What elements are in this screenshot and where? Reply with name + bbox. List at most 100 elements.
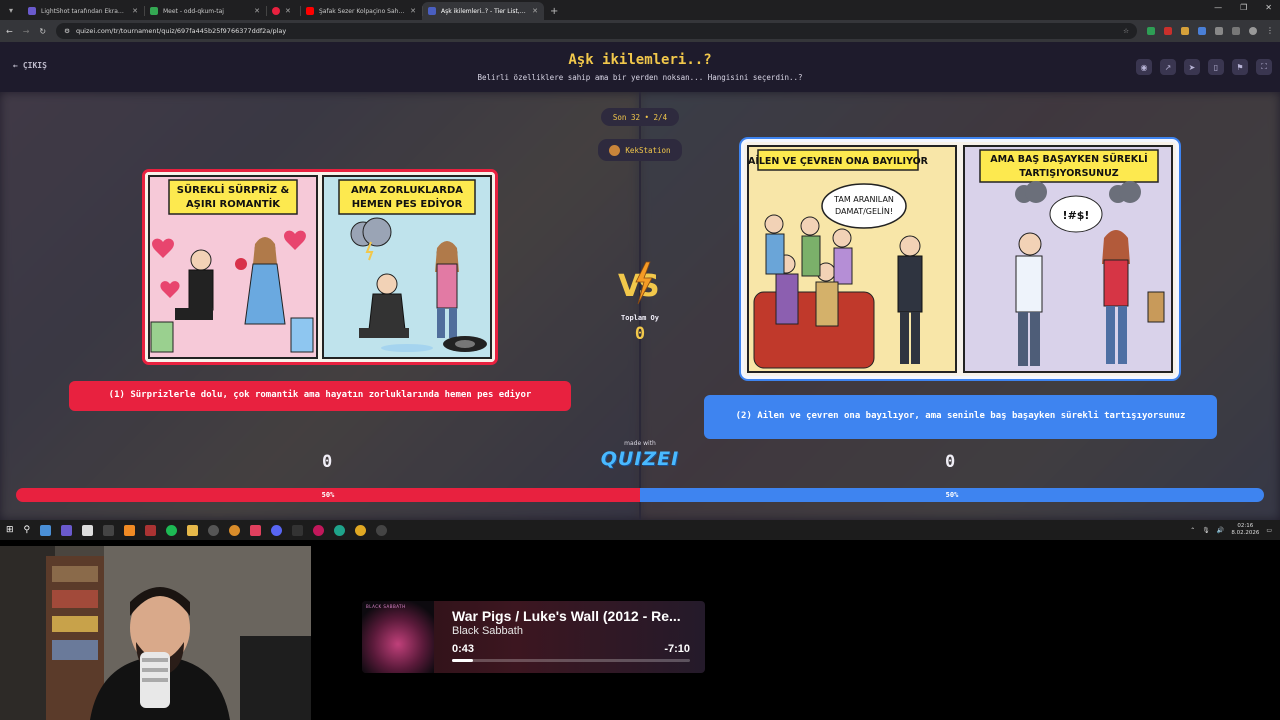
- fullscreen-icon[interactable]: ⛶: [1256, 59, 1272, 75]
- search-icon[interactable]: ⚲: [24, 525, 31, 535]
- tab-title: Şafak Sezer Kolpaçino Sahnele: [319, 7, 406, 15]
- quizei-logo[interactable]: QUIZEI: [0, 448, 1280, 470]
- option-2-score: 0: [945, 452, 956, 472]
- browser-tab-3[interactable]: ✕: [266, 2, 300, 20]
- eye-icon[interactable]: ◉: [1136, 59, 1152, 75]
- taskbar-app-icon[interactable]: [376, 524, 388, 536]
- extension-icon[interactable]: [1181, 27, 1189, 35]
- quiz-subtitle: Belirli özelliklere sahip ama bir yerden…: [477, 73, 803, 82]
- maximize-icon[interactable]: ❐: [1240, 3, 1247, 12]
- discord-icon[interactable]: [271, 524, 283, 536]
- lightshot-favicon-icon: [28, 7, 36, 15]
- windows-start-icon[interactable]: ⊞: [6, 525, 14, 535]
- quiz-page: ← ÇIKIŞ Aşk ikilemleri..? Belirli özelli…: [0, 42, 1280, 520]
- vote-percentage-bar: 50% 50%: [16, 488, 1264, 502]
- caption-line: AŞIRI ROMANTİK: [186, 196, 281, 210]
- extension-icon[interactable]: [1215, 27, 1223, 35]
- extension-icon[interactable]: [1164, 27, 1172, 35]
- taskbar-app-icon[interactable]: [40, 524, 52, 536]
- option-2-percent-bar: 50%: [640, 488, 1264, 502]
- option-1-percent-bar: 50%: [16, 488, 640, 502]
- edge-icon[interactable]: [334, 524, 346, 536]
- vlc-icon[interactable]: [124, 524, 136, 536]
- caption-line: AİLEN VE ÇEVREN ONA BAYILIYOR: [748, 156, 929, 167]
- option-1-percent-label: 50%: [321, 491, 335, 499]
- volume-icon[interactable]: 🔊: [1217, 527, 1224, 534]
- new-tab-icon[interactable]: +: [550, 6, 558, 17]
- total-votes-value: 0: [634, 324, 646, 344]
- tab-close-icon[interactable]: ✕: [410, 7, 416, 15]
- extensions-puzzle-icon[interactable]: [1232, 27, 1240, 35]
- caption-line: AMA BAŞ BAŞAYKEN SÜREKLİ: [990, 154, 1147, 165]
- caption-line: HEMEN PES EDİYOR: [352, 196, 463, 210]
- flag-icon[interactable]: ⚑: [1232, 59, 1248, 75]
- microphone-icon[interactable]: 🎙: [1202, 527, 1210, 534]
- send-icon[interactable]: ➤: [1184, 59, 1200, 75]
- address-bar[interactable]: ⚙ quizei.com/tr/tournament/quiz/697fa445…: [56, 23, 1137, 39]
- forward-icon[interactable]: →: [23, 27, 30, 36]
- quiz-header: ← ÇIKIŞ Aşk ikilemleri..? Belirli özelli…: [0, 42, 1280, 92]
- folder-icon[interactable]: [187, 524, 199, 536]
- clock[interactable]: 02:16 8.02.2026: [1231, 523, 1259, 537]
- tab-title: Meet - odd-qkum-taj: [163, 7, 224, 15]
- option-2-text: (2) Ailen ve çevren ona bayılıyor, ama s…: [735, 411, 1186, 422]
- option-1-score: 0: [322, 452, 333, 472]
- taskbar-app-icon[interactable]: [292, 524, 304, 536]
- back-icon[interactable]: ←: [6, 27, 13, 36]
- tab-close-icon[interactable]: ✕: [532, 7, 538, 15]
- tab-close-icon[interactable]: ✕: [285, 7, 291, 15]
- tab-close-icon[interactable]: ✕: [132, 7, 138, 15]
- taskbar-app-icon[interactable]: [208, 524, 220, 536]
- artist-name: Black Sabbath: [452, 625, 523, 637]
- browser-tab-5[interactable]: Aşk ikilemleri..? - Tier List, Kör ✕: [422, 2, 544, 20]
- browser-tab-2[interactable]: Meet - odd-qkum-taj ✕: [144, 2, 266, 20]
- now-playing-widget: BLACK SABBATH War Pigs / Luke's Wall (20…: [362, 601, 705, 673]
- meet-favicon-icon: [150, 7, 158, 15]
- streamer-webcam-image: [0, 546, 311, 720]
- option-1-text: (1) Sürprizlerle dolu, çok romantik ama …: [108, 390, 532, 401]
- tray-chevron-icon[interactable]: ⌃: [1190, 527, 1195, 534]
- caption-line: SÜREKLİ SÜRPRİZ &: [177, 182, 290, 196]
- remaining-time: -7:10: [664, 643, 690, 655]
- album-cover-text: BLACK SABBATH: [366, 604, 406, 609]
- speech-line: TAM ARANILAN: [833, 195, 894, 204]
- option-2-percent-label: 50%: [945, 491, 959, 499]
- user-badge: KekStation: [598, 139, 682, 161]
- youtube-favicon-icon: [306, 7, 314, 15]
- site-info-icon[interactable]: ⚙: [64, 27, 70, 35]
- spotify-icon[interactable]: [166, 524, 178, 536]
- option-2-button[interactable]: (2) Ailen ve çevren ona bayılıyor, ama s…: [704, 395, 1217, 439]
- round-label: Son 32 • 2/4: [612, 112, 668, 122]
- taskbar-app-icon[interactable]: [145, 524, 157, 536]
- record-favicon-icon: [272, 7, 280, 15]
- bookmark-star-icon[interactable]: ☆: [1123, 27, 1129, 35]
- browser-tab-4[interactable]: Şafak Sezer Kolpaçino Sahnele ✕: [300, 2, 422, 20]
- notification-icon[interactable]: ▭: [1266, 527, 1272, 534]
- extension-icon[interactable]: [1147, 27, 1155, 35]
- taskbar-app-icon[interactable]: [229, 524, 241, 536]
- chrome-icon[interactable]: [355, 524, 367, 536]
- menu-icon[interactable]: ⋮: [1266, 27, 1274, 35]
- option-1-button[interactable]: (1) Sürprizlerle dolu, çok romantik ama …: [69, 381, 571, 411]
- reload-icon[interactable]: ↻: [39, 27, 46, 36]
- svg-text:!#$!: !#$!: [1063, 209, 1090, 222]
- browser-tab-1[interactable]: LightShot tarafından Ekran Görü ✕: [22, 2, 144, 20]
- system-tray: ⌃ 🎙 🔊 02:16 8.02.2026 ▭: [1190, 520, 1272, 540]
- album-cover: BLACK SABBATH: [362, 601, 434, 673]
- minimize-icon[interactable]: —: [1214, 3, 1222, 12]
- extension-icon[interactable]: [1198, 27, 1206, 35]
- close-window-icon[interactable]: ✕: [1265, 3, 1272, 12]
- profile-icon[interactable]: [1249, 27, 1257, 35]
- itunes-icon[interactable]: [250, 524, 262, 536]
- taskbar-app-icon[interactable]: [61, 524, 73, 536]
- versus-icon: V S: [618, 261, 660, 305]
- tab-search-icon[interactable]: ▾: [4, 3, 18, 17]
- bookmark-icon[interactable]: ▯: [1208, 59, 1224, 75]
- share-icon[interactable]: ↗: [1160, 59, 1176, 75]
- tab-close-icon[interactable]: ✕: [254, 7, 260, 15]
- taskbar-app-icon[interactable]: [82, 524, 94, 536]
- taskbar-app-icon[interactable]: [103, 524, 115, 536]
- taskbar-app-icon[interactable]: [313, 524, 325, 536]
- webcam-feed: [0, 546, 311, 720]
- matchup-arena: Son 32 • 2/4 KekStation SÜREKLİ SÜRPRİZ …: [0, 92, 1280, 520]
